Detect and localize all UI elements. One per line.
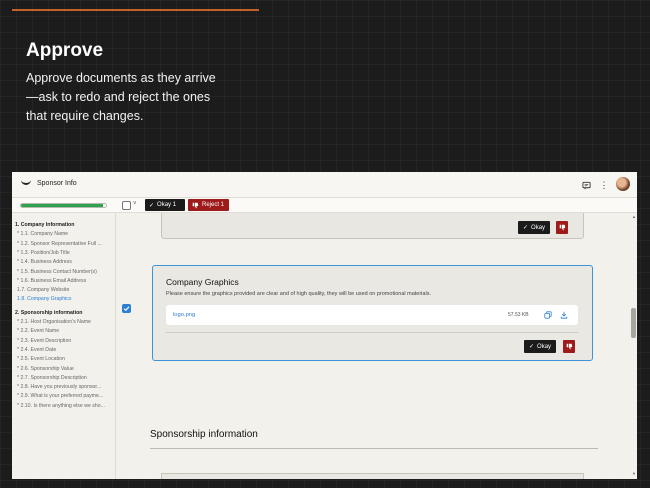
reject-button[interactable] xyxy=(563,340,575,353)
file-row: logo.png 57.53 KB xyxy=(166,305,578,325)
company-graphics-card: Company Graphics Please ensure the graph… xyxy=(152,265,593,361)
sidebar-item[interactable]: * 1.2. Sponsor Representative Full ... xyxy=(17,241,115,247)
review-toolbar: ˅ ✓ Okay 1 Reject 1 xyxy=(12,198,637,213)
copy-icon[interactable] xyxy=(543,310,553,320)
sidebar-item[interactable]: * 2.9. What is your preferred payme... xyxy=(17,393,115,399)
okay-all-button[interactable]: ✓ Okay 1 xyxy=(145,199,185,211)
sidebar-item[interactable]: * 2.4. Event Date xyxy=(17,347,115,353)
progress-bar xyxy=(20,203,107,208)
app-window: Sponsor Info ⋮ ˅ ✓ Okay 1 Reject 1 1. Co… xyxy=(12,172,637,479)
check-icon: ✓ xyxy=(149,202,155,209)
scroll-thumb[interactable] xyxy=(631,308,636,338)
sidebar-item[interactable]: * 1.4. Business Address xyxy=(17,259,115,265)
more-vertical-icon[interactable]: ⋮ xyxy=(597,178,611,192)
avatar[interactable] xyxy=(616,177,630,191)
thumbs-down-icon xyxy=(566,343,572,350)
scroll-up-icon[interactable]: ▲ xyxy=(631,214,637,219)
sidebar-item[interactable]: * 2.1. Host Organisation's Name xyxy=(17,319,115,325)
next-question-card xyxy=(161,473,584,479)
file-link[interactable]: logo.png xyxy=(173,312,195,318)
prev-okay-button[interactable]: ✓ Okay xyxy=(518,221,551,234)
download-icon[interactable] xyxy=(559,310,569,320)
accent-line xyxy=(12,9,259,11)
card-divider xyxy=(166,332,578,333)
hero-title: Approve xyxy=(26,40,104,61)
prev-reject-button[interactable] xyxy=(556,221,568,234)
check-icon: ✓ xyxy=(529,344,535,350)
card-description: Please ensure the graphics provided are … xyxy=(166,291,431,297)
check-icon: ✓ xyxy=(523,225,529,231)
thumbs-down-icon xyxy=(559,224,565,231)
sidebar-item[interactable]: * 2.7. Sponsorship Description xyxy=(17,375,115,381)
sidebar-item[interactable]: * 2.10. Is there anything else we sho... xyxy=(17,403,115,409)
top-bar: Sponsor Info ⋮ xyxy=(12,172,637,198)
okay-label: Okay xyxy=(537,343,552,350)
sidebar-item[interactable]: * 1.6. Business Email Address xyxy=(17,278,115,284)
scrollbar[interactable]: ▲ ▼ xyxy=(631,213,637,479)
section-divider xyxy=(150,448,598,449)
sidebar-item[interactable]: * 1.1. Company Name xyxy=(17,231,115,237)
sidebar-item[interactable]: * 2.2. Event Name xyxy=(17,328,115,334)
sidebar-item[interactable]: 1.8. Company Graphics xyxy=(17,296,115,302)
sidebar-item[interactable]: * 2.8. Have you previously sponsor... xyxy=(17,384,115,390)
progress-fill xyxy=(21,204,104,207)
select-all-checkbox[interactable] xyxy=(122,201,131,210)
chevron-down-icon[interactable]: ˅ xyxy=(133,201,137,207)
prev-okay-label: Okay xyxy=(531,224,546,231)
sidebar-item[interactable]: 2. Sponsorship information xyxy=(15,310,113,316)
sidebar-item[interactable]: * 1.3. Position/Job Title xyxy=(17,250,115,256)
sidebar-item[interactable]: * 1.5. Business Contact Number(s) xyxy=(17,269,115,275)
sidebar-nav: 1. Company Information * 1.1. Company Nam… xyxy=(12,213,116,479)
hero-description: Approve documents as they arrive—ask to … xyxy=(26,71,216,123)
sidebar-item[interactable]: 1. Company Information xyxy=(15,222,113,228)
chat-icon[interactable] xyxy=(579,178,593,192)
company-graphics-checkbox[interactable] xyxy=(122,304,131,313)
okay-all-label: Okay 1 xyxy=(157,202,177,208)
sidebar-item[interactable]: * 2.3. Event Description xyxy=(17,338,115,344)
main-content: ✓ Okay Company Graphics Please ensure th… xyxy=(117,213,631,479)
file-size: 57.53 KB xyxy=(508,312,529,318)
section-heading: Sponsorship information xyxy=(150,429,258,440)
logo-icon[interactable] xyxy=(21,179,31,185)
previous-question-card: ✓ Okay xyxy=(161,213,584,239)
sidebar-item[interactable]: 1.7. Company Website xyxy=(17,287,115,293)
okay-button[interactable]: ✓ Okay xyxy=(524,340,557,353)
reject-all-button[interactable]: Reject 1 xyxy=(188,199,229,211)
reject-all-label: Reject 1 xyxy=(202,202,225,208)
card-title: Company Graphics xyxy=(166,277,239,287)
scroll-down-icon[interactable]: ▼ xyxy=(631,471,637,476)
sidebar-item[interactable]: * 2.6. Sponsorship Value xyxy=(17,366,115,372)
sidebar-item[interactable]: * 2.5. Event Location xyxy=(17,356,115,362)
thumbs-down-icon xyxy=(192,202,199,208)
app-title: Sponsor Info xyxy=(37,180,77,187)
